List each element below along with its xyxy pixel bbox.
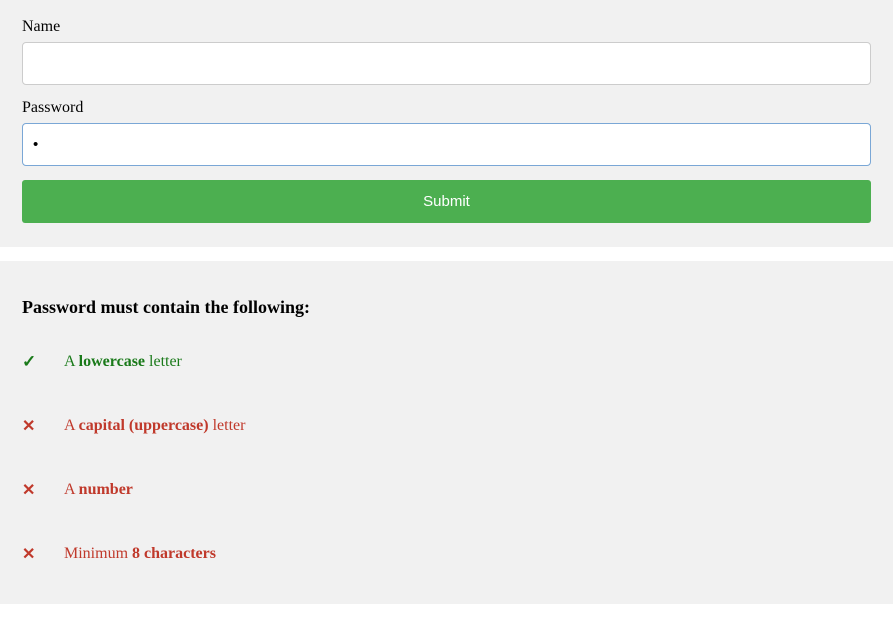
rule-item: ✕Minimum 8 characters	[22, 544, 871, 564]
section-gap	[0, 247, 893, 261]
rule-text: A number	[64, 481, 133, 499]
rule-item: ✕A capital (uppercase) letter	[22, 416, 871, 436]
name-input[interactable]	[22, 42, 871, 85]
rules-list: ✓A lowercase letter✕A capital (uppercase…	[22, 352, 871, 564]
cross-icon: ✕	[22, 416, 64, 436]
form-panel: Name Password Submit	[0, 0, 893, 247]
rule-text: A capital (uppercase) letter	[64, 417, 245, 435]
password-input[interactable]	[22, 123, 871, 166]
rule-text: A lowercase letter	[64, 353, 182, 371]
rule-item: ✕A number	[22, 480, 871, 500]
name-label: Name	[22, 18, 871, 36]
cross-icon: ✕	[22, 480, 64, 500]
rules-heading: Password must contain the following:	[22, 297, 871, 318]
submit-button[interactable]: Submit	[22, 180, 871, 223]
check-icon: ✓	[22, 352, 64, 372]
password-rules-panel: Password must contain the following: ✓A …	[0, 261, 893, 604]
cross-icon: ✕	[22, 544, 64, 564]
rule-text: Minimum 8 characters	[64, 545, 216, 563]
rule-item: ✓A lowercase letter	[22, 352, 871, 372]
password-label: Password	[22, 99, 871, 117]
